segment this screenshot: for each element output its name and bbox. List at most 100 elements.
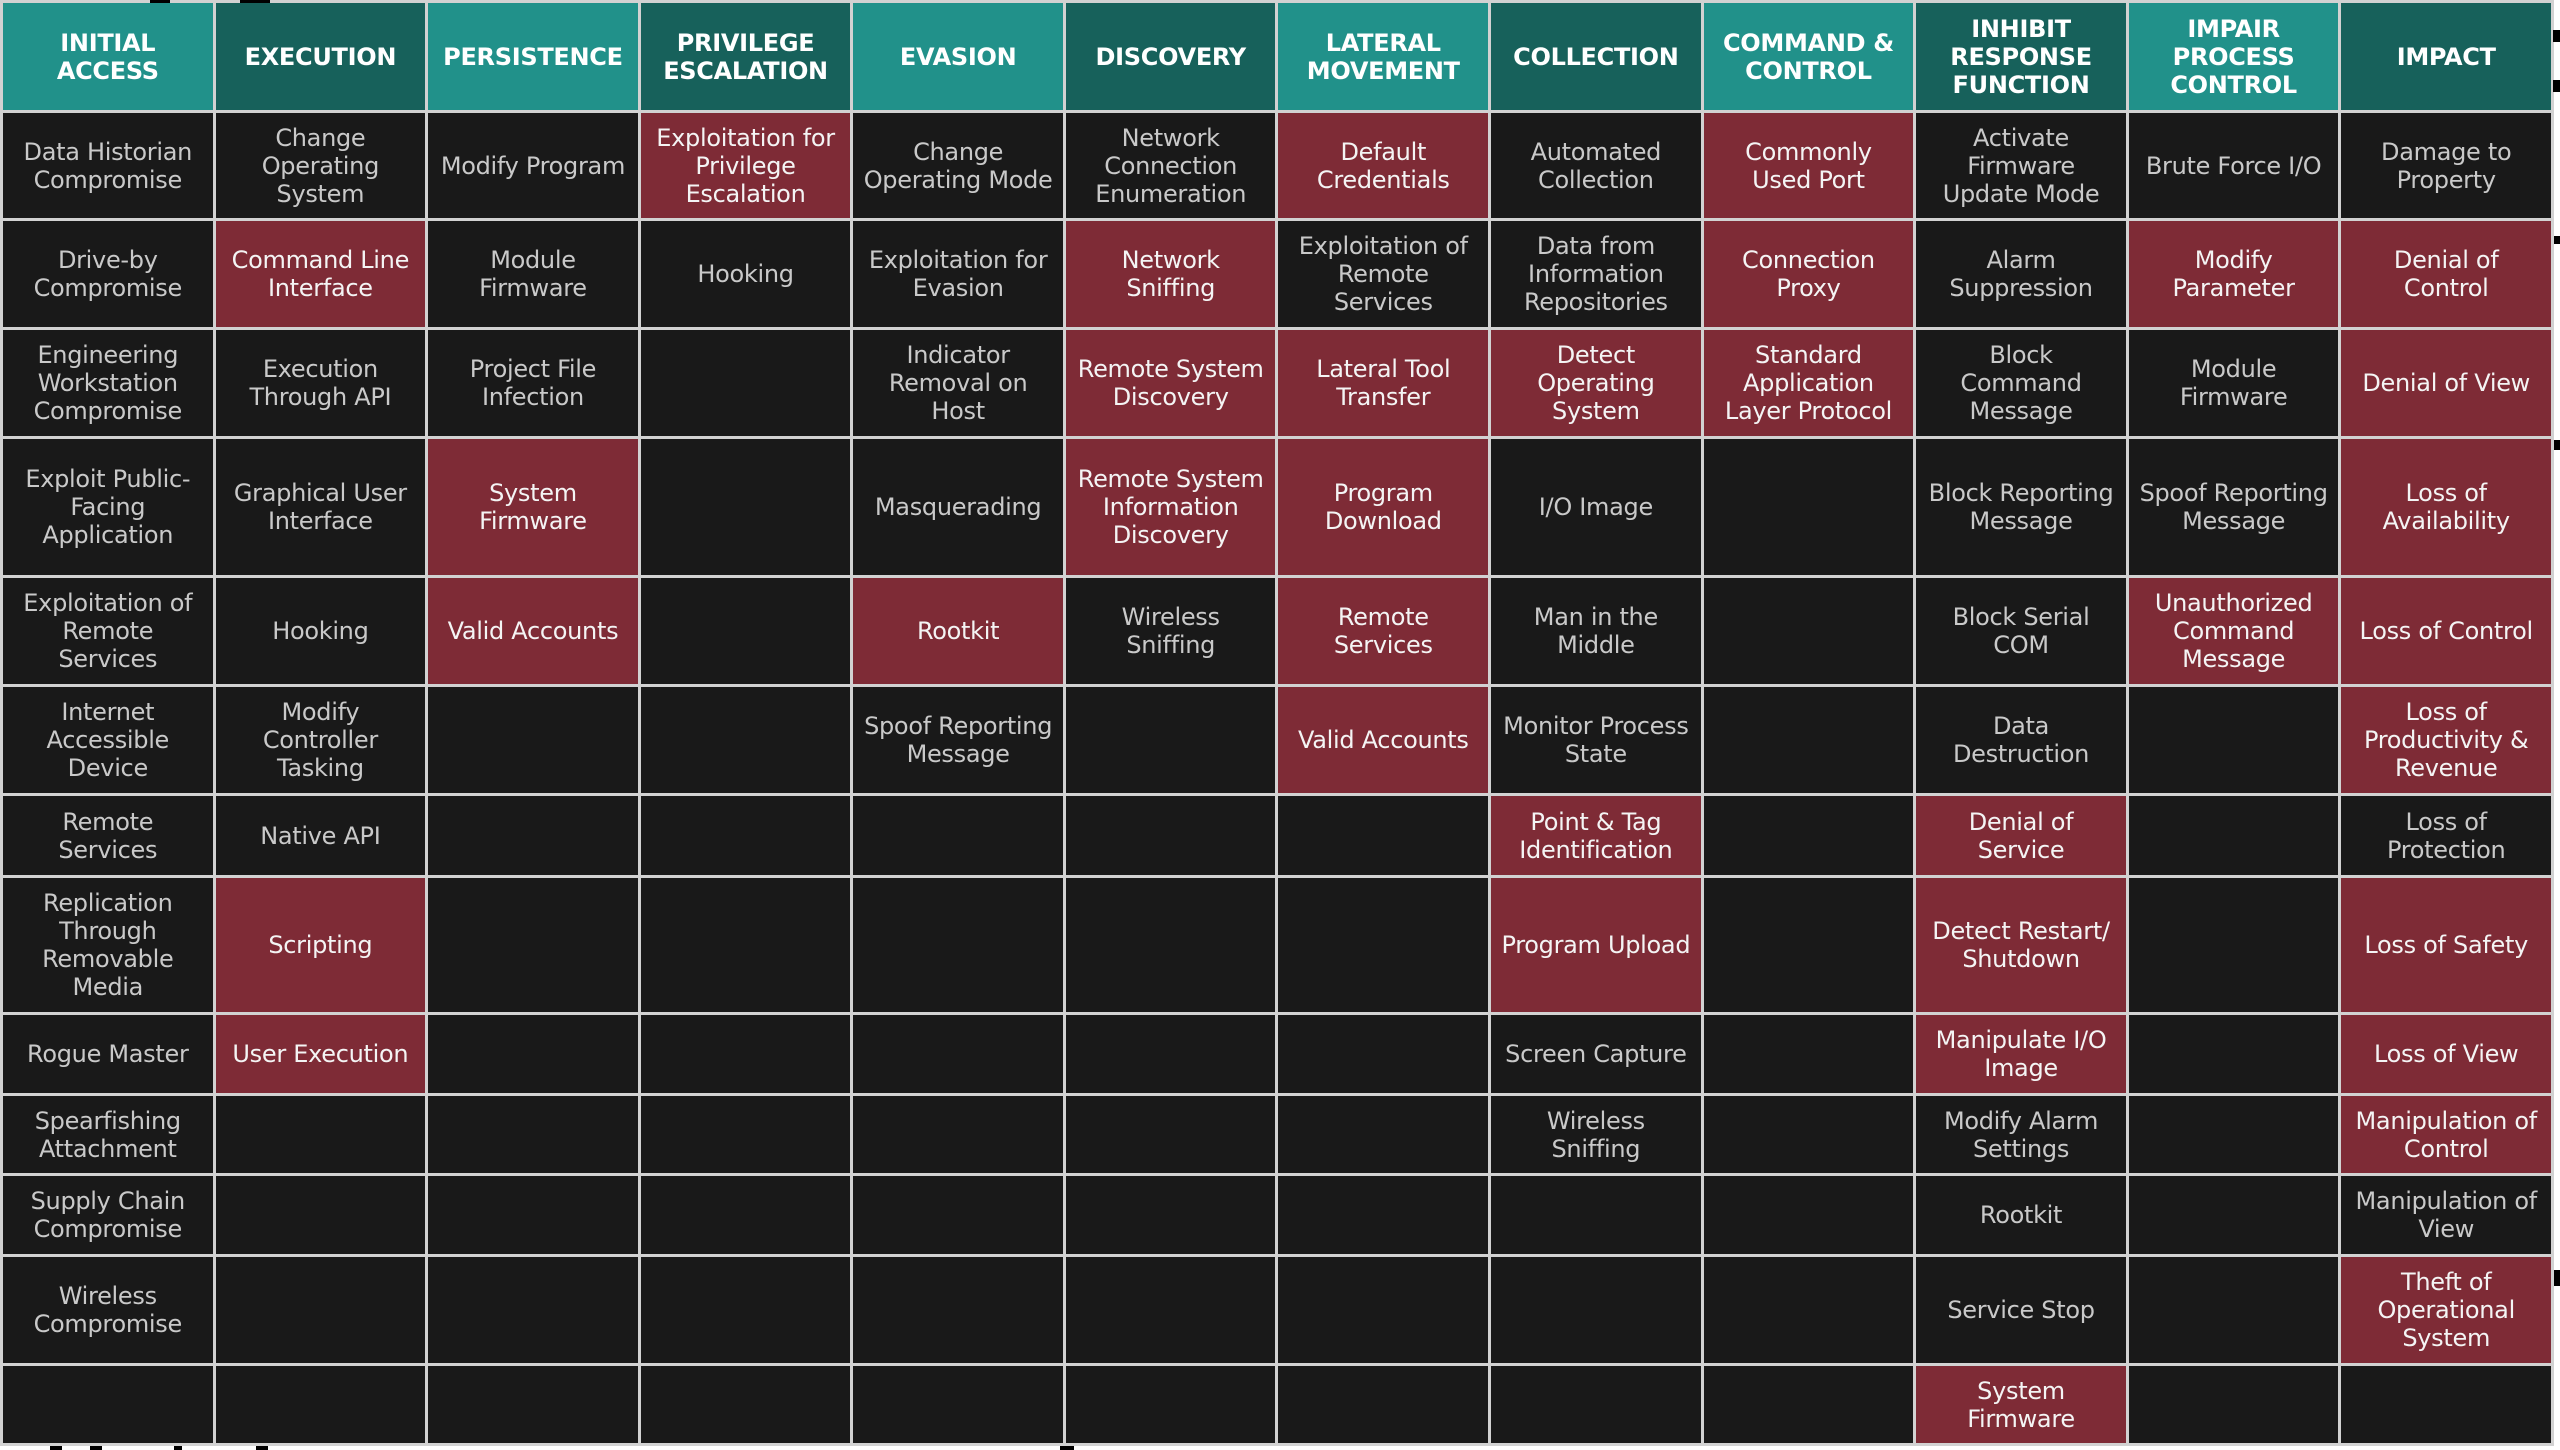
technique-cell-spearfishing-attachment[interactable]: Spearfishing Attachment <box>3 1096 213 1173</box>
technique-cell-standard-application-layer-protocol[interactable]: Standard Application Layer Protocol <box>1703 330 1914 436</box>
tactic-header-discovery[interactable]: DISCOVERY <box>1065 3 1276 110</box>
technique-cell-service-stop[interactable]: Service Stop <box>1916 1257 2126 1363</box>
technique-cell-system-firmware[interactable]: System Firmware <box>1916 1366 2126 1443</box>
technique-cell-monitor-process-state[interactable]: Monitor Process State <box>1491 687 1701 793</box>
technique-cell-exploitation-of-remote-services[interactable]: Exploitation of Remote Services <box>1278 221 1489 327</box>
technique-cell-program-download[interactable]: Program Download <box>1278 439 1489 575</box>
technique-cell-wireless-sniffing[interactable]: Wireless Sniffing <box>1491 1096 1701 1173</box>
technique-cell-detect-restart-shutdown[interactable]: Detect Restart/ Shutdown <box>1916 878 2126 1012</box>
technique-cell-graphical-user-interface[interactable]: Graphical User Interface <box>215 439 426 575</box>
technique-cell-default-credentials[interactable]: Default Credentials <box>1278 113 1489 218</box>
technique-cell-hooking[interactable]: Hooking <box>215 578 426 684</box>
technique-cell-manipulate-i-o-image[interactable]: Manipulate I/O Image <box>1916 1015 2126 1093</box>
technique-cell-exploitation-for-evasion[interactable]: Exploitation for Evasion <box>853 221 1063 327</box>
technique-cell-valid-accounts[interactable]: Valid Accounts <box>428 578 638 684</box>
technique-cell-system-firmware[interactable]: System Firmware <box>428 439 638 575</box>
technique-cell-loss-of-productivity-and-revenue[interactable]: Loss of Productivity & Revenue <box>2341 687 2551 793</box>
tactic-header-execution[interactable]: EXECUTION <box>215 3 426 110</box>
technique-cell-remote-system-discovery[interactable]: Remote System Discovery <box>1065 330 1276 436</box>
technique-cell-exploit-public-facing-application[interactable]: Exploit Public-Facing Application <box>3 439 213 575</box>
technique-cell-exploitation-for-privilege-escalation[interactable]: Exploitation for Privilege Escalation <box>640 113 851 218</box>
technique-cell-theft-of-operational-system[interactable]: Theft of Operational System <box>2341 1257 2551 1363</box>
technique-cell-activate-firmware-update-mode[interactable]: Activate Firmware Update Mode <box>1916 113 2126 218</box>
technique-cell-man-in-the-middle[interactable]: Man in the Middle <box>1491 578 1701 684</box>
technique-cell-native-api[interactable]: Native API <box>215 796 426 875</box>
technique-cell-data-from-information-repositories[interactable]: Data from Information Repositories <box>1491 221 1701 327</box>
technique-cell-modify-parameter[interactable]: Modify Parameter <box>2128 221 2339 327</box>
technique-cell-point-and-tag-identification[interactable]: Point & Tag Identification <box>1491 796 1701 875</box>
technique-cell-modify-alarm-settings[interactable]: Modify Alarm Settings <box>1916 1096 2126 1173</box>
technique-cell-manipulation-of-view[interactable]: Manipulation of View <box>2341 1176 2551 1254</box>
technique-cell-exploitation-of-remote-services[interactable]: Exploitation of Remote Services <box>3 578 213 684</box>
technique-cell-loss-of-availability[interactable]: Loss of Availability <box>2341 439 2551 575</box>
technique-cell-data-historian-compromise[interactable]: Data Historian Compromise <box>3 113 213 218</box>
technique-cell-spoof-reporting-message[interactable]: Spoof Reporting Message <box>2128 439 2339 575</box>
technique-cell-engineering-workstation-compromise[interactable]: Engineering Workstation Compromise <box>3 330 213 436</box>
tactic-header-privilege-escalation[interactable]: PRIVILEGE ESCALATION <box>640 3 851 110</box>
technique-cell-denial-of-service[interactable]: Denial of Service <box>1916 796 2126 875</box>
technique-cell-scripting[interactable]: Scripting <box>215 878 426 1012</box>
technique-cell-drive-by-compromise[interactable]: Drive-by Compromise <box>3 221 213 327</box>
tactic-header-lateral-movement[interactable]: LATERAL MOVEMENT <box>1278 3 1489 110</box>
technique-cell-loss-of-control[interactable]: Loss of Control <box>2341 578 2551 684</box>
technique-cell-unauthorized-command-message[interactable]: Unauthorized Command Message <box>2128 578 2339 684</box>
technique-cell-manipulation-of-control[interactable]: Manipulation of Control <box>2341 1096 2551 1173</box>
technique-cell-alarm-suppression[interactable]: Alarm Suppression <box>1916 221 2126 327</box>
technique-cell-block-command-message[interactable]: Block Command Message <box>1916 330 2126 436</box>
technique-cell-i-o-image[interactable]: I/O Image <box>1491 439 1701 575</box>
technique-cell-network-sniffing[interactable]: Network Sniffing <box>1065 221 1276 327</box>
technique-cell-loss-of-safety[interactable]: Loss of Safety <box>2341 878 2551 1012</box>
tactic-header-impair-process-control[interactable]: IMPAIR PROCESS CONTROL <box>2128 3 2339 110</box>
technique-cell-rootkit[interactable]: Rootkit <box>1916 1176 2126 1254</box>
technique-cell-modify-program[interactable]: Modify Program <box>428 113 638 218</box>
technique-cell-command-line-interface[interactable]: Command Line Interface <box>215 221 426 327</box>
technique-cell-wireless-compromise[interactable]: Wireless Compromise <box>3 1257 213 1363</box>
technique-cell-masquerading[interactable]: Masquerading <box>853 439 1063 575</box>
technique-cell-block-reporting-message[interactable]: Block Reporting Message <box>1916 439 2126 575</box>
tactic-header-evasion[interactable]: EVASION <box>853 3 1063 110</box>
technique-cell-change-operating-system[interactable]: Change Operating System <box>215 113 426 218</box>
technique-cell-modify-controller-tasking[interactable]: Modify Controller Tasking <box>215 687 426 793</box>
technique-cell-brute-force-i-o[interactable]: Brute Force I/O <box>2128 113 2339 218</box>
technique-cell-network-connection-enumeration[interactable]: Network Connection Enumeration <box>1065 113 1276 218</box>
technique-cell-valid-accounts[interactable]: Valid Accounts <box>1278 687 1489 793</box>
technique-cell-damage-to-property[interactable]: Damage to Property <box>2341 113 2551 218</box>
technique-cell-detect-operating-system[interactable]: Detect Operating System <box>1491 330 1701 436</box>
technique-cell-replication-through-removable-media[interactable]: Replication Through Removable Media <box>3 878 213 1012</box>
technique-cell-wireless-sniffing[interactable]: Wireless Sniffing <box>1065 578 1276 684</box>
tactic-header-collection[interactable]: COLLECTION <box>1491 3 1701 110</box>
technique-cell-remote-services[interactable]: Remote Services <box>3 796 213 875</box>
tactic-header-persistence[interactable]: PERSISTENCE <box>428 3 638 110</box>
technique-cell-automated-collection[interactable]: Automated Collection <box>1491 113 1701 218</box>
technique-cell-user-execution[interactable]: User Execution <box>215 1015 426 1093</box>
technique-cell-data-destruction[interactable]: Data Destruction <box>1916 687 2126 793</box>
technique-cell-execution-through-api[interactable]: Execution Through API <box>215 330 426 436</box>
technique-cell-indicator-removal-on-host[interactable]: Indicator Removal on Host <box>853 330 1063 436</box>
technique-cell-module-firmware[interactable]: Module Firmware <box>2128 330 2339 436</box>
technique-cell-spoof-reporting-message[interactable]: Spoof Reporting Message <box>853 687 1063 793</box>
technique-cell-program-upload[interactable]: Program Upload <box>1491 878 1701 1012</box>
technique-cell-internet-accessible-device[interactable]: Internet Accessible Device <box>3 687 213 793</box>
technique-cell-block-serial-com[interactable]: Block Serial COM <box>1916 578 2126 684</box>
technique-cell-denial-of-view[interactable]: Denial of View <box>2341 330 2551 436</box>
technique-cell-change-operating-mode[interactable]: Change Operating Mode <box>853 113 1063 218</box>
technique-cell-commonly-used-port[interactable]: Commonly Used Port <box>1703 113 1914 218</box>
technique-cell-screen-capture[interactable]: Screen Capture <box>1491 1015 1701 1093</box>
technique-cell-rootkit[interactable]: Rootkit <box>853 578 1063 684</box>
technique-cell-module-firmware[interactable]: Module Firmware <box>428 221 638 327</box>
tactic-header-initial-access[interactable]: INITIAL ACCESS <box>3 3 213 110</box>
technique-cell-loss-of-protection[interactable]: Loss of Protection <box>2341 796 2551 875</box>
technique-cell-remote-system-information-discovery[interactable]: Remote System Information Discovery <box>1065 439 1276 575</box>
technique-cell-connection-proxy[interactable]: Connection Proxy <box>1703 221 1914 327</box>
technique-cell-supply-chain-compromise[interactable]: Supply Chain Compromise <box>3 1176 213 1254</box>
tactic-header-inhibit-response-function[interactable]: INHIBIT RESPONSE FUNCTION <box>1916 3 2126 110</box>
technique-cell-remote-services[interactable]: Remote Services <box>1278 578 1489 684</box>
technique-cell-rogue-master[interactable]: Rogue Master <box>3 1015 213 1093</box>
technique-cell-hooking[interactable]: Hooking <box>640 221 851 327</box>
technique-cell-loss-of-view[interactable]: Loss of View <box>2341 1015 2551 1093</box>
technique-cell-lateral-tool-transfer[interactable]: Lateral Tool Transfer <box>1278 330 1489 436</box>
technique-cell-denial-of-control[interactable]: Denial of Control <box>2341 221 2551 327</box>
tactic-header-impact[interactable]: IMPACT <box>2341 3 2551 110</box>
tactic-header-command-and-control[interactable]: COMMAND & CONTROL <box>1703 3 1914 110</box>
technique-cell-project-file-infection[interactable]: Project File Infection <box>428 330 638 436</box>
